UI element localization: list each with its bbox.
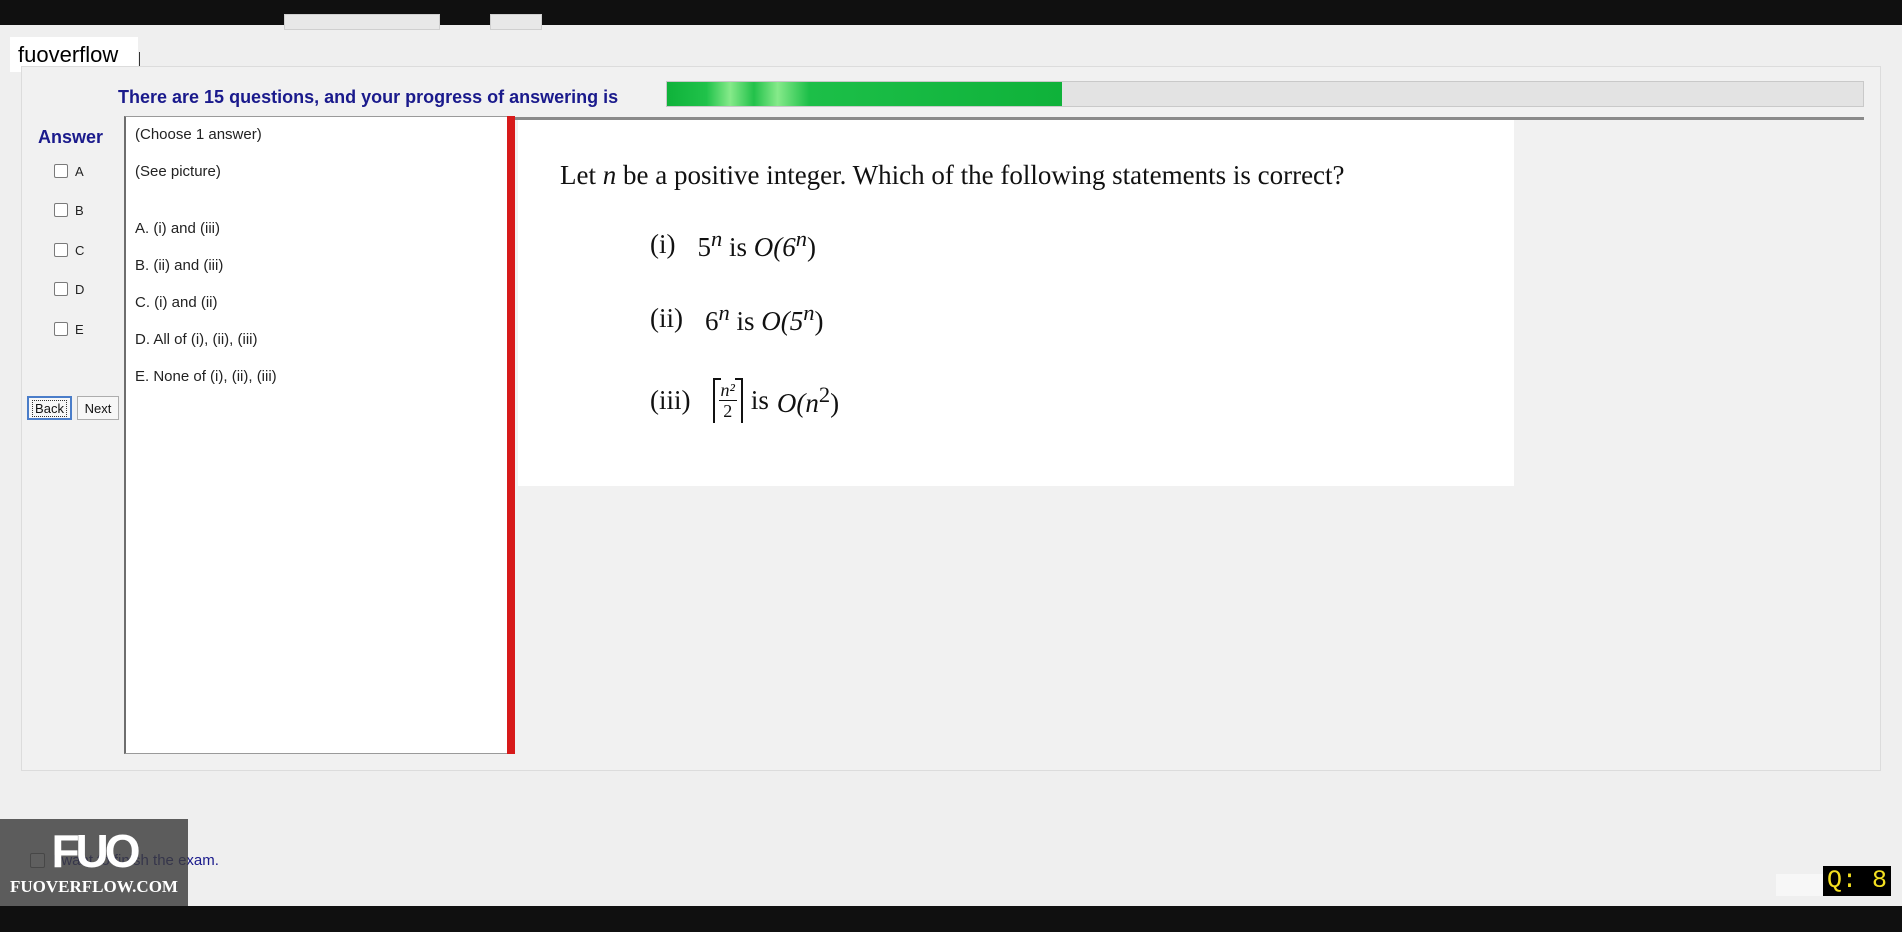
next-button-label: Next — [84, 400, 112, 416]
ghost-field — [490, 14, 542, 30]
stmt-ii-rhs-exp: n — [803, 300, 815, 325]
splitter-divider[interactable] — [507, 116, 515, 754]
progress-label: There are 15 questions, and your progres… — [118, 87, 619, 107]
statement-iii-label: (iii) — [650, 385, 691, 415]
statement-i-label: (i) — [650, 229, 676, 259]
checkbox-b[interactable] — [54, 203, 68, 217]
stmt-ii-lhs-exp: n — [718, 300, 730, 325]
question-counter: Q: 8 — [1823, 866, 1892, 896]
fraction-denominator: 2 — [723, 401, 733, 421]
stmt-i-lhs-exp: n — [710, 226, 723, 251]
counter-backdrop — [1776, 874, 1826, 896]
answer-option-c: C. (i) and (ii) — [135, 294, 218, 311]
statement-ii-expr: 6n is O(5n) — [705, 300, 824, 337]
stmt-ii-rhs-close: ) — [814, 306, 824, 336]
fraction: n² 2 — [718, 380, 737, 421]
back-button[interactable]: Back — [27, 396, 72, 420]
choice-d[interactable]: D — [54, 280, 84, 298]
choice-c-label: C — [75, 242, 85, 258]
statement-i-expr: 5n is O(6n) — [697, 226, 816, 263]
choice-a[interactable]: A — [54, 162, 84, 180]
choice-c[interactable]: C — [54, 241, 84, 259]
stmt-iii-mid: is — [750, 385, 769, 415]
statement-i: (i) 5n is O(6n) — [650, 226, 816, 263]
logo-text: FUOVERFLOW.COM — [10, 877, 178, 896]
checkbox-d[interactable] — [54, 282, 68, 296]
stmt-ii-lhs-base: 6 — [705, 306, 719, 336]
answer-option-d: D. All of (i), (ii), (iii) — [135, 331, 258, 348]
progress-bar — [666, 81, 1864, 107]
stmt-ii-rhs: O(5 — [761, 306, 804, 336]
stem-post: be a positive integer. Which of the foll… — [616, 160, 1345, 190]
statement-iii-expr: n² 2 is O(n2) — [712, 378, 840, 423]
stmt-i-lhs-base: 5 — [697, 232, 711, 262]
statement-ii: (ii) 6n is O(5n) — [650, 300, 824, 337]
choice-d-label: D — [75, 281, 85, 297]
statement-ii-label: (ii) — [650, 303, 683, 333]
fuoverflow-logo: FUO FUOVERFLOW.COM — [0, 819, 188, 908]
stem-pre: Let — [560, 160, 603, 190]
stmt-i-rhs-close: ) — [807, 232, 816, 262]
question-image: Let n be a positive integer. Which of th… — [518, 120, 1514, 486]
answer-option-e: E. None of (i), (ii), (iii) — [135, 368, 277, 385]
answer-option-b: B. (ii) and (iii) — [135, 257, 224, 274]
answer-title: Answer — [38, 127, 104, 147]
choice-e[interactable]: E — [54, 320, 84, 338]
answers-text-panel: (Choose 1 answer) (See picture) A. (i) a… — [124, 116, 509, 754]
stmt-i-mid: is — [728, 232, 747, 262]
choice-b-label: B — [75, 202, 84, 218]
stmt-iii-rhs-close: ) — [830, 388, 840, 418]
stmt-i-rhs: O(6 — [753, 232, 796, 262]
ghost-combobox — [284, 14, 440, 30]
bottom-black-bar — [0, 906, 1902, 932]
ghost-timer — [640, 8, 651, 25]
checkbox-c[interactable] — [54, 243, 68, 257]
checkbox-e[interactable] — [54, 322, 68, 336]
stmt-i-rhs-exp: n — [795, 226, 807, 251]
choice-a-label: A — [75, 163, 84, 179]
answer-instruction: (Choose 1 answer) — [135, 126, 262, 143]
answer-hint: (See picture) — [135, 163, 221, 180]
checkbox-a[interactable] — [54, 164, 68, 178]
statement-iii: (iii) n² 2 is O(n2) — [650, 378, 839, 423]
stmt-iii-rhs: O(n — [776, 388, 819, 418]
choice-b[interactable]: B — [54, 201, 84, 219]
answer-option-a: A. (i) and (iii) — [135, 220, 221, 237]
choice-e-label: E — [75, 321, 84, 337]
stmt-ii-mid: is — [736, 306, 755, 336]
fraction-numerator: n² — [718, 380, 737, 401]
next-button[interactable]: Next — [77, 396, 119, 420]
stmt-iii-rhs-exp: 2 — [818, 382, 831, 407]
progress-fill — [667, 82, 1062, 106]
logo-mark: FUO — [51, 825, 140, 877]
back-button-label: Back — [32, 399, 67, 417]
question-stem: Let n be a positive integer. Which of th… — [560, 160, 1345, 191]
stem-var: n — [602, 160, 617, 190]
ceiling-bracket: n² 2 — [712, 378, 743, 423]
